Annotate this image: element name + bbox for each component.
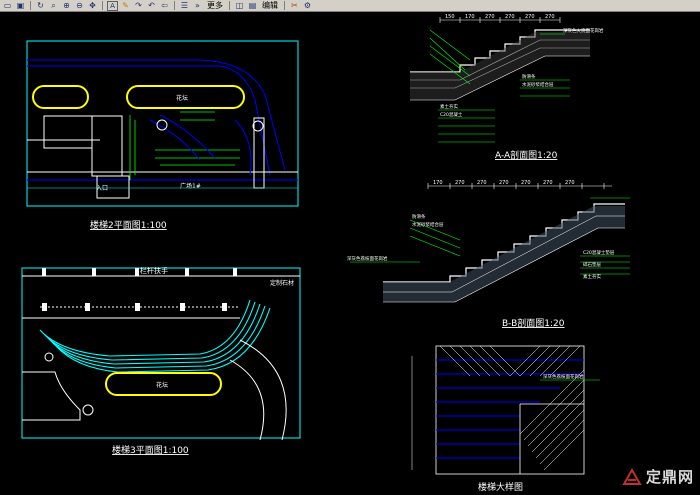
- text-icon[interactable]: A: [107, 0, 118, 11]
- edit-button[interactable]: 编辑: [260, 1, 280, 11]
- plan3-drawing: 栏杆扶手 花坛 定制石材: [21, 266, 301, 441]
- dim-label: 270: [455, 180, 465, 186]
- dim-label: 270: [525, 14, 535, 20]
- print-icon[interactable]: ▭: [2, 1, 13, 11]
- dim-label: 170: [433, 180, 443, 186]
- open-icon[interactable]: ▣: [15, 1, 26, 11]
- material-label: 水泥砂浆结合层: [412, 221, 444, 228]
- dim-label: 150: [445, 14, 455, 20]
- zoom-in-icon[interactable]: ⊕: [61, 1, 72, 11]
- plan2-drawing: 花坛 广场1# 入口: [26, 40, 299, 207]
- material-label: 防滑条: [522, 73, 536, 80]
- section-bb-drawing: 170 270 270 270 270 270 270 深灰色荔枝面花岗岩 防滑…: [347, 180, 630, 303]
- material-label: C20混凝土: [440, 111, 463, 118]
- toolbar-separator: [174, 1, 175, 10]
- plan2-title: 楼梯2平面图1:100: [90, 219, 167, 231]
- plan3-label-huatan: 花坛: [156, 381, 168, 389]
- detail-title: 楼梯大样图: [478, 481, 523, 491]
- more-arrow-icon[interactable]: »: [192, 1, 203, 11]
- dim-label: 270: [545, 14, 555, 20]
- section-aa-title: A-A剖面图1:20: [495, 149, 558, 161]
- watermark: 定鼎网: [622, 466, 694, 487]
- cad-drawing: 花坛 广场1# 入口 楼梯2平面图1:100 栏杆扶手 花坛 定制石材 楼梯3平…: [21, 14, 630, 493]
- plan3-label-top: 栏杆扶手: [140, 266, 168, 275]
- plan3-title: 楼梯3平面图1:100: [112, 444, 189, 456]
- material-label: 素土夯实: [583, 273, 601, 280]
- pencil-icon[interactable]: ✎: [120, 1, 131, 11]
- dim-label: 270: [477, 180, 487, 186]
- toolbar: ▭ ▣ ↻ ⌕ ⊕ ⊖ ✥ A ✎ ↷ ↶ ⇦ ☰ » 更多 ◫ ▤ 编辑 ✂ …: [0, 0, 700, 12]
- material-label: 深灰色荔枝面花岗岩: [347, 255, 388, 262]
- plan2-label-square: 广场1#: [180, 182, 201, 190]
- watermark-text: 定鼎网: [645, 468, 694, 486]
- dim-label: 170: [465, 14, 475, 20]
- toolbar-separator: [229, 1, 230, 10]
- material-label: 水泥砂浆结合层: [522, 81, 554, 88]
- list-icon[interactable]: ☰: [179, 1, 190, 11]
- back-icon[interactable]: ⇦: [159, 1, 170, 11]
- more-button[interactable]: 更多: [205, 1, 225, 11]
- section-bb-dims: 170 270 270 270 270 270 270: [433, 180, 575, 186]
- export-icon[interactable]: ✂: [289, 1, 300, 11]
- plan2-label-entry: 入口: [96, 185, 108, 192]
- pan-icon[interactable]: ✥: [87, 1, 98, 11]
- redo-icon[interactable]: ↷: [133, 1, 144, 11]
- layers-icon[interactable]: ◫: [234, 1, 245, 11]
- dim-label: 270: [565, 180, 575, 186]
- material-label: 深灰色火烧面花岗岩: [563, 27, 604, 34]
- dim-label: 270: [505, 14, 515, 20]
- section-bb-title: B-B剖面图1:20: [502, 317, 565, 329]
- dim-label: 270: [485, 14, 495, 20]
- zoom-icon[interactable]: ⌕: [48, 1, 59, 11]
- material-label: 深灰色荔枝面花岗岩: [543, 373, 584, 380]
- dim-label: 270: [543, 180, 553, 186]
- dim-label: 270: [521, 180, 531, 186]
- material-label: C20混凝土垫层: [583, 249, 615, 256]
- material-label: 素土夯实: [440, 103, 458, 110]
- undo-icon[interactable]: ↶: [146, 1, 157, 11]
- toolbar-separator: [284, 1, 285, 10]
- refresh-icon[interactable]: ↻: [35, 1, 46, 11]
- section-aa-drawing: 150 170 270 270 270 270 深灰色火烧面花岗岩 防滑条 水泥…: [410, 14, 604, 143]
- plan3-label-material: 定制石材: [270, 279, 294, 287]
- toolbar-separator: [102, 1, 103, 10]
- drawing-canvas[interactable]: 花坛 广场1# 入口 楼梯2平面图1:100 栏杆扶手 花坛 定制石材 楼梯3平…: [0, 12, 700, 493]
- detail-drawing: 深灰色荔枝面花岗岩: [411, 345, 600, 475]
- dim-label: 270: [499, 180, 509, 186]
- settings-icon[interactable]: ⚙: [302, 1, 313, 11]
- plan2-label-huatan: 花坛: [176, 94, 188, 102]
- watermark-logo-icon: [622, 467, 642, 485]
- zoom-out-icon[interactable]: ⊖: [74, 1, 85, 11]
- toolbar-separator: [30, 1, 31, 10]
- edit-icon[interactable]: ▤: [247, 1, 258, 11]
- material-label: 防滑条: [412, 213, 426, 220]
- material-label: 碎石垫层: [583, 261, 601, 268]
